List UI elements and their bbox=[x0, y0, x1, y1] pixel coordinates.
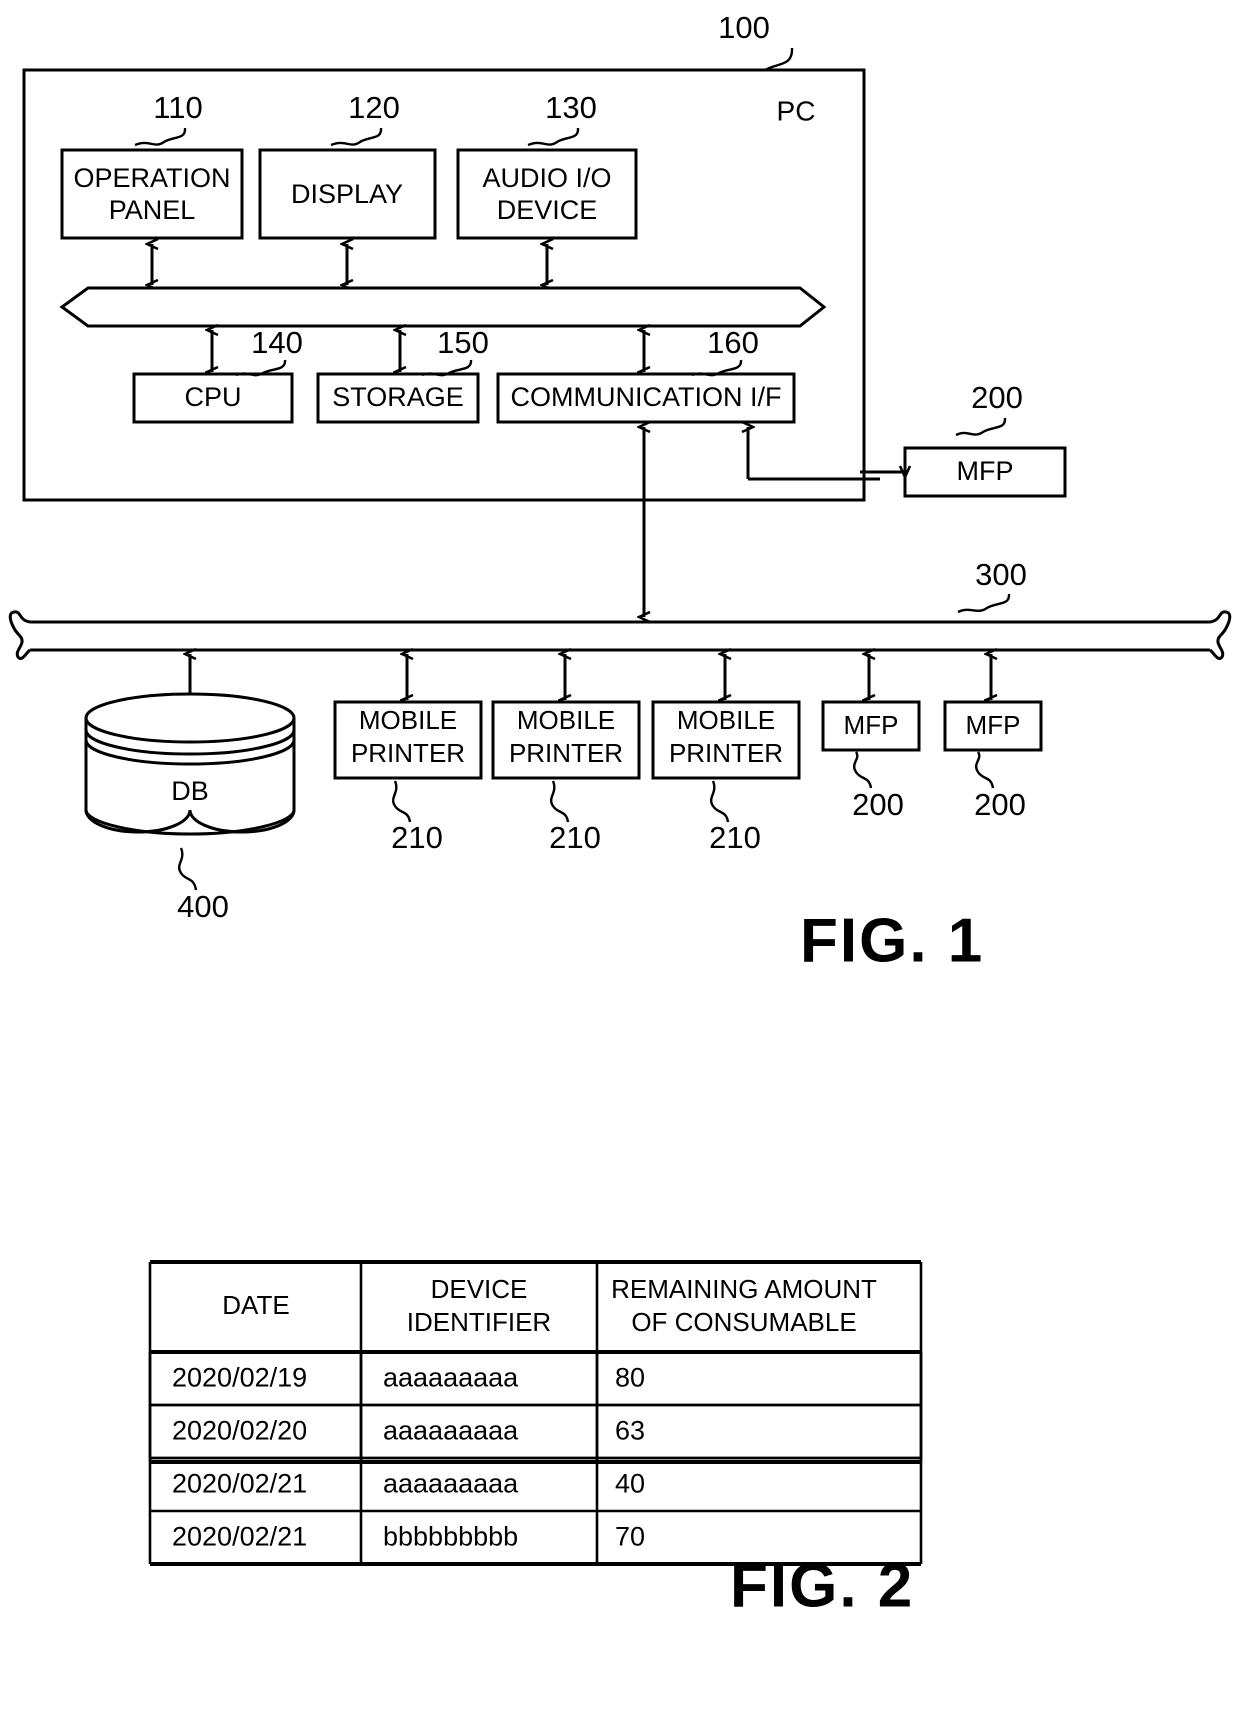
table-row: 2020/02/21 aaaaaaaaa 40 bbox=[150, 1469, 921, 1513]
cell-date: 2020/02/21 bbox=[172, 1522, 307, 1552]
table-row: 2020/02/20 aaaaaaaaa 63 bbox=[150, 1416, 921, 1460]
cell-device-identifier: aaaaaaaaa bbox=[383, 1469, 519, 1499]
cell-date: 2020/02/19 bbox=[172, 1363, 307, 1393]
table-body: 2020/02/19 aaaaaaaaa 80 2020/02/20 aaaaaaaaa… bbox=[148, 1352, 923, 1566]
cell-device-identifier: bbbbbbbbb bbox=[383, 1522, 518, 1552]
cell-remaining-amount: 70 bbox=[615, 1522, 645, 1552]
cell-device-identifier: aaaaaaaaa bbox=[383, 1363, 519, 1393]
cell-remaining-amount: 80 bbox=[615, 1363, 645, 1393]
cell-date: 2020/02/21 bbox=[172, 1469, 307, 1499]
cell-device-identifier: aaaaaaaaa bbox=[383, 1416, 519, 1446]
cell-remaining-amount: 63 bbox=[615, 1416, 645, 1446]
cell-remaining-amount: 40 bbox=[615, 1469, 645, 1499]
cell-date: 2020/02/20 bbox=[172, 1416, 307, 1446]
patent-figure-page: 100 PC OPERATION PANEL 110 DISPLAY 120 A… bbox=[0, 0, 1240, 1718]
table-row: 2020/02/19 aaaaaaaaa 80 bbox=[150, 1363, 921, 1407]
table-row: 2020/02/21 bbbbbbbbb 70 bbox=[150, 1522, 921, 1566]
